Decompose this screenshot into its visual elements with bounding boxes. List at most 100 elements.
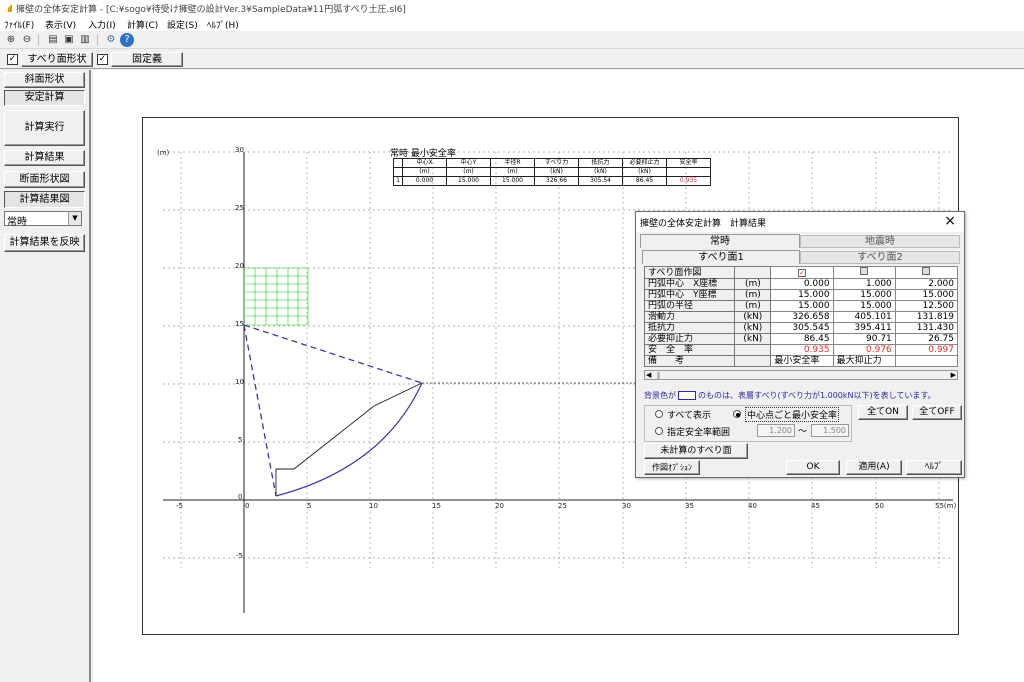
menu-calc[interactable]: 計算(C) [127,18,158,31]
sidebar-item-stability[interactable]: 安定計算 [4,90,85,106]
cell[interactable]: 90.71 [832,333,896,345]
cell[interactable]: 86.45 [770,333,834,345]
cell[interactable]: 131.819 [894,311,959,323]
draw-checkbox-3[interactable] [922,267,931,275]
range-from-input[interactable]: 1.200 [757,424,795,437]
row-label: 円弧中心 Y座標 [643,289,736,301]
tab-normal[interactable]: 常時 [640,234,800,248]
slip-shape-checkbox[interactable]: ✓ [7,54,18,65]
apply-button[interactable]: 適用(A) [846,460,902,475]
cell[interactable]: 405.101 [832,311,896,323]
cell[interactable]: 15.000 [894,289,959,301]
tab-earthquake[interactable]: 地震時 [800,235,960,248]
menu-input[interactable]: 入力(I) [88,18,116,31]
row-label: 必要抑止力 [643,333,736,345]
safety-factor-cell[interactable]: 0.997 [894,344,959,356]
x-tick-25: 25 [558,502,567,510]
cell[interactable]: 305.545 [770,322,834,334]
draw-option-button[interactable]: 作図ｵﾌﾟｼｮﾝ [644,460,700,475]
draw-checkbox-2[interactable] [860,267,869,275]
result-dialog: 擁壁の全体安定計算 計算結果 × 常時 地震時 すべり面1 すべり面2 すべり面… [635,211,965,478]
safety-factor-cell[interactable]: 0.935 [770,344,834,356]
all-off-button[interactable]: 全てOFF [912,405,962,420]
chevron-down-icon[interactable]: ▼ [68,212,81,225]
scroll-left-icon[interactable]: ◀ [646,371,651,380]
radio-range-label[interactable]: 指定安全率範囲 [667,425,730,438]
fixed-def-checkbox[interactable]: ✓ [97,54,108,65]
ok-button[interactable]: OK [786,460,840,475]
run-calc-button[interactable]: 計算実行 [4,110,85,146]
range-to-input[interactable]: 1.500 [811,424,849,437]
cell[interactable]: 15.000 [832,289,896,301]
range-separator: ～ [798,427,808,437]
scroll-thumb[interactable] [657,372,660,379]
printer-setup-icon[interactable]: ▥ [78,33,92,47]
draw-toggle-3[interactable] [894,266,959,279]
draw-checkbox-1[interactable]: ✓ [797,268,806,277]
zoom-out-icon[interactable]: ⊖ [20,33,34,47]
cell: (kN) [534,167,579,177]
cell[interactable]: 12.500 [894,300,959,312]
remark-cell[interactable]: 最大抑止力 [832,355,896,367]
cell[interactable]: 395.411 [832,322,896,334]
gear-icon[interactable]: ⚙ [104,33,118,47]
cell[interactable]: 15.000 [832,300,896,312]
tab-slip-2[interactable]: すべり面2 [800,251,960,264]
all-on-button[interactable]: 全てON [858,405,908,420]
zoom-in-icon[interactable]: ⊕ [4,33,18,47]
remark-cell[interactable] [894,355,959,367]
print-icon[interactable]: ▤ [46,33,60,47]
cell[interactable]: 26.75 [894,333,959,345]
calc-result-button[interactable]: 計算結果 [4,150,85,166]
result-grid: すべり面作図 ✓ 円弧中心 X座標 (m) 0.000 1.000 2.000 円弧中心… [643,266,959,367]
case-select-value: 常時 [7,217,27,228]
section-figure-button[interactable]: 断面形状図 [4,171,85,188]
fixed-def-button[interactable]: 固定義 [111,52,183,67]
cell[interactable]: 0.000 [770,278,834,290]
help-icon[interactable]: ? [120,33,134,47]
radio-all[interactable] [655,410,663,418]
radio-range[interactable] [655,427,663,435]
slip-shape-button[interactable]: すべり面形状 [21,52,93,67]
close-icon[interactable]: × [944,213,956,229]
safety-factor-cell[interactable]: 0.976 [832,344,896,356]
menu-help[interactable]: ﾍﾙﾌﾟ(H) [207,18,239,31]
draw-toggle-1[interactable]: ✓ [770,266,834,279]
result-figure-button[interactable]: 計算結果図 [4,191,85,208]
sidebar-item-slope[interactable]: 斜面形状 [4,72,85,88]
scroll-right-icon[interactable]: ▶ [951,371,956,380]
dialog-title: 擁壁の全体安定計算 計算結果 [640,219,767,229]
uncalc-slip-button[interactable]: 未計算のすべり面 [644,443,748,459]
cell: 0.000 [402,176,447,186]
cell[interactable]: 131.430 [894,322,959,334]
result-summary-table: 中心X 中心Y 半径R すべり力 抵抗力 必要抑止力 安全率 (m) (m) (m) (kN) (k… [393,158,711,186]
cell[interactable]: 326.658 [770,311,834,323]
tab-slip-1[interactable]: すべり面1 [642,250,800,264]
menu-view[interactable]: 表示(V) [45,18,76,31]
remark-cell[interactable]: 最小安全率 [770,355,834,367]
green-grid-block [243,267,309,326]
cell: (m) [490,167,535,177]
case-select[interactable]: 常時 ▼ [4,211,82,228]
radio-center[interactable] [733,410,741,418]
cell[interactable]: 1.000 [832,278,896,290]
menu-file[interactable]: ﾌｧｲﾙ(F) [4,18,34,31]
cell[interactable]: 15.000 [770,300,834,312]
draw-toggle-2[interactable] [832,266,896,279]
radio-all-label[interactable]: すべて表示 [667,408,711,421]
x-tick-40: 40 [748,502,757,510]
radio-center-label[interactable]: 中心点ごと最小安全率 [745,407,840,422]
x-tick-15: 15 [432,502,441,510]
toolbar-separator [38,34,39,46]
menu-settings[interactable]: 設定(S) [167,18,198,31]
cell [666,167,711,177]
help-button[interactable]: ﾍﾙﾌﾟ [906,460,962,475]
apply-result-button[interactable]: 計算結果を反映 [4,234,85,252]
print-preview-icon[interactable]: ▣ [62,33,76,47]
row-unit [734,355,772,367]
cell[interactable]: 2.000 [894,278,959,290]
cell: 86.45 [622,176,667,186]
cell: 半径R [490,158,535,168]
cell[interactable]: 15.000 [770,289,834,301]
horizontal-scrollbar[interactable]: ◀ ▶ [644,370,958,380]
